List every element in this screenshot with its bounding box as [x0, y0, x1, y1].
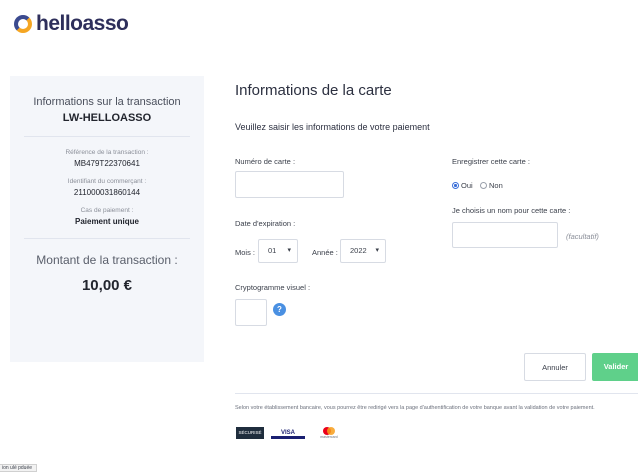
redirect-notice: Selon votre établissement bancaire, vous…	[235, 405, 595, 411]
secure-badge-label: SÉCURISÉ	[238, 430, 262, 435]
year-select[interactable]: 2022 ▾	[340, 239, 386, 263]
help-icon[interactable]: ?	[273, 303, 286, 316]
month-select[interactable]: 01 ▾	[258, 239, 298, 263]
save-no-label: Non	[489, 181, 503, 190]
card-name-label: Je choisis un nom pour cette carte :	[452, 206, 571, 215]
chevron-down-icon: ▾	[287, 247, 291, 254]
amount-label: Montant de la transaction :	[36, 253, 178, 267]
save-card-label: Enregistrer cette carte :	[452, 157, 530, 166]
validate-button[interactable]: Valider	[592, 353, 638, 381]
visa-badge: VISA	[271, 427, 305, 439]
month-value: 01	[268, 246, 277, 255]
status-bar: ion ulé pduée	[0, 464, 38, 472]
cancel-button[interactable]: Annuler	[524, 353, 586, 381]
logo-mark-icon	[14, 15, 32, 33]
amount-value: 10,00 €	[81, 277, 133, 294]
transaction-id: LW-HELLOASSO	[62, 112, 152, 124]
divider	[24, 136, 190, 137]
year-value: 2022	[350, 246, 367, 255]
card-number-input[interactable]	[235, 171, 344, 198]
card-info-title: Informations de la carte	[235, 82, 392, 99]
merchant-label: Identifiant du commerçant :	[67, 178, 147, 185]
cvv-input[interactable]	[235, 299, 267, 326]
month-label: Mois :	[235, 248, 256, 257]
ref-value: MB479T22370641	[74, 159, 140, 168]
chevron-down-icon: ▾	[375, 247, 379, 254]
visa-badge-label: VISA	[280, 430, 295, 436]
card-info-subtitle: Veuillez saisir les informations de votr…	[235, 122, 430, 132]
ref-label: Référence de la transaction :	[65, 149, 149, 156]
save-yes-label: Oui	[461, 181, 473, 190]
save-no-radio[interactable]	[480, 182, 487, 189]
year-label: Année :	[312, 248, 338, 257]
expiry-label: Date d'expiration :	[235, 219, 296, 228]
save-yes-radio[interactable]	[452, 182, 459, 189]
logo-text: helloasso	[36, 12, 129, 35]
merchant-value: 211000031860144	[73, 188, 141, 197]
mastercard-badge-label: mastercard	[320, 435, 338, 439]
secure-badge: SÉCURISÉ	[236, 427, 264, 439]
card-name-input[interactable]	[452, 222, 558, 248]
payment-label: Cas de paiement :	[80, 207, 134, 214]
mastercard-badge: mastercard	[314, 427, 344, 439]
cvv-label: Cryptogramme visuel :	[235, 283, 311, 292]
card-number-label: Numéro de carte :	[235, 157, 296, 166]
divider	[24, 238, 190, 239]
transaction-heading: Informations sur la transaction	[33, 96, 181, 108]
helloasso-logo: helloasso	[14, 12, 129, 36]
footer-divider	[235, 393, 638, 394]
optional-label: (facultatif)	[566, 232, 599, 241]
transaction-panel: Informations sur la transaction LW-HELLO…	[10, 76, 204, 362]
payment-value: Paiement unique	[74, 217, 139, 226]
